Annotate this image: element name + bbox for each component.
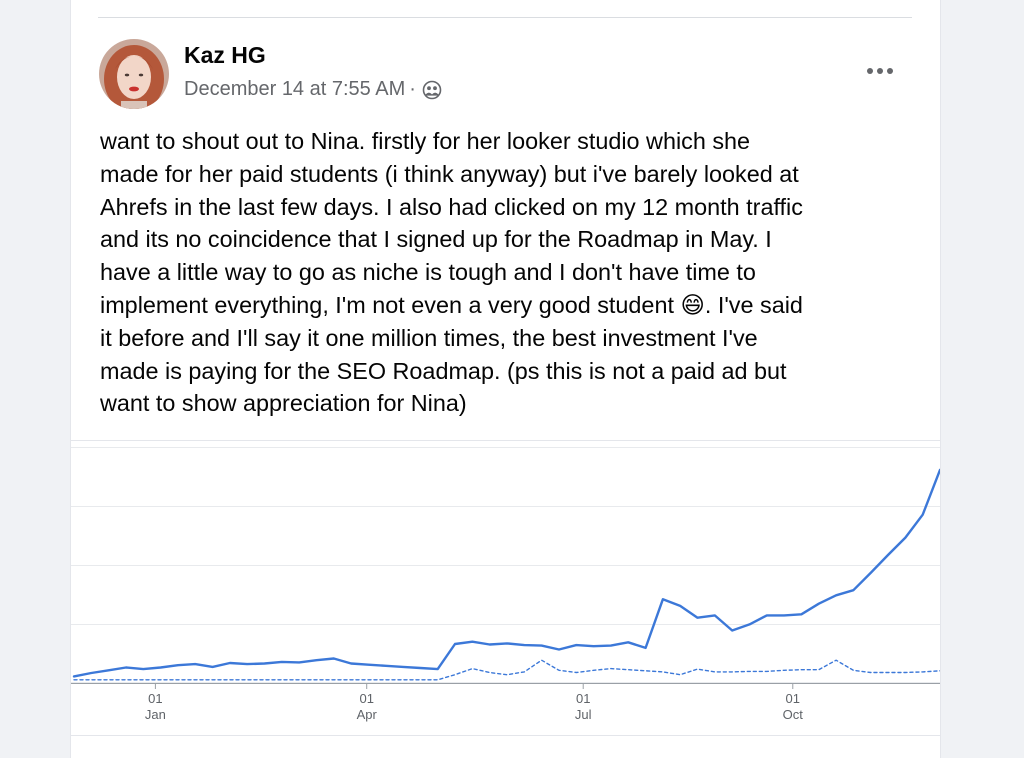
chart-tick-label-day: 01 <box>148 691 162 706</box>
post-meta: December 14 at 7:55 AM · <box>184 78 442 101</box>
chart-tick-label-month: Jul <box>575 707 592 722</box>
bottom-divider <box>71 735 940 736</box>
chart-series-line-dashed <box>73 659 940 681</box>
chart-tick-label-month: Apr <box>357 707 378 722</box>
chart-tick-label-day: 01 <box>359 691 373 706</box>
post-timestamp[interactable]: December 14 at 7:55 AM <box>184 78 405 101</box>
chart-tick-label-day: 01 <box>786 691 800 706</box>
chart-tick-label-day: 01 <box>576 691 590 706</box>
author-name[interactable]: Kaz HG <box>184 42 266 69</box>
post-text: want to shout out to Nina. firstly for h… <box>100 128 803 417</box>
chart-tick-label-month: Jan <box>145 707 166 722</box>
traffic-chart-svg: 01Jan01Apr01Jul01Oct <box>71 447 940 722</box>
chart-series-line <box>72 468 940 678</box>
meta-separator: · <box>409 78 416 100</box>
author-avatar[interactable] <box>99 39 169 109</box>
traffic-chart[interactable]: 01 Jan 01 Apr 01 Jul 01 Oct <box>71 440 940 736</box>
more-options-icon <box>867 68 893 74</box>
more-options-button[interactable] <box>859 56 901 86</box>
chart-tick-label-month: Oct <box>783 707 804 722</box>
top-divider <box>98 17 912 18</box>
post-card: Kaz HG December 14 at 7:55 AM · want to … <box>70 0 941 758</box>
feed-background: Kaz HG December 14 at 7:55 AM · want to … <box>0 0 1024 758</box>
friends-icon[interactable] <box>422 80 442 100</box>
